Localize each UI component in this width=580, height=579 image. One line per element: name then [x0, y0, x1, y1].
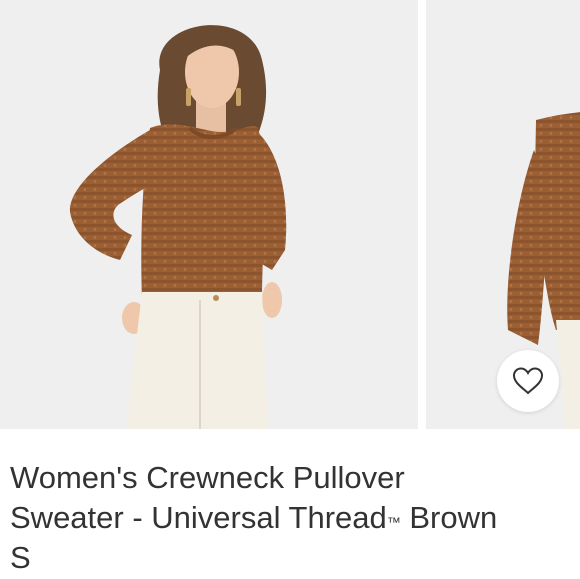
product-title-line-2: Sweater - Universal Thread: [10, 500, 387, 535]
heart-outline-icon: [512, 367, 544, 395]
product-size: S: [10, 540, 31, 575]
product-image-front[interactable]: [0, 0, 418, 429]
product-image-gallery[interactable]: [0, 0, 580, 429]
product-title-line-1: Women's Crewneck Pullover: [10, 460, 405, 495]
trademark-symbol: ™: [386, 514, 401, 530]
favorite-button[interactable]: [497, 350, 559, 412]
model-front-photo: [69, 25, 287, 429]
product-color: Brown: [400, 500, 498, 535]
product-title: Women's Crewneck Pullover Sweater - Univ…: [10, 458, 570, 578]
